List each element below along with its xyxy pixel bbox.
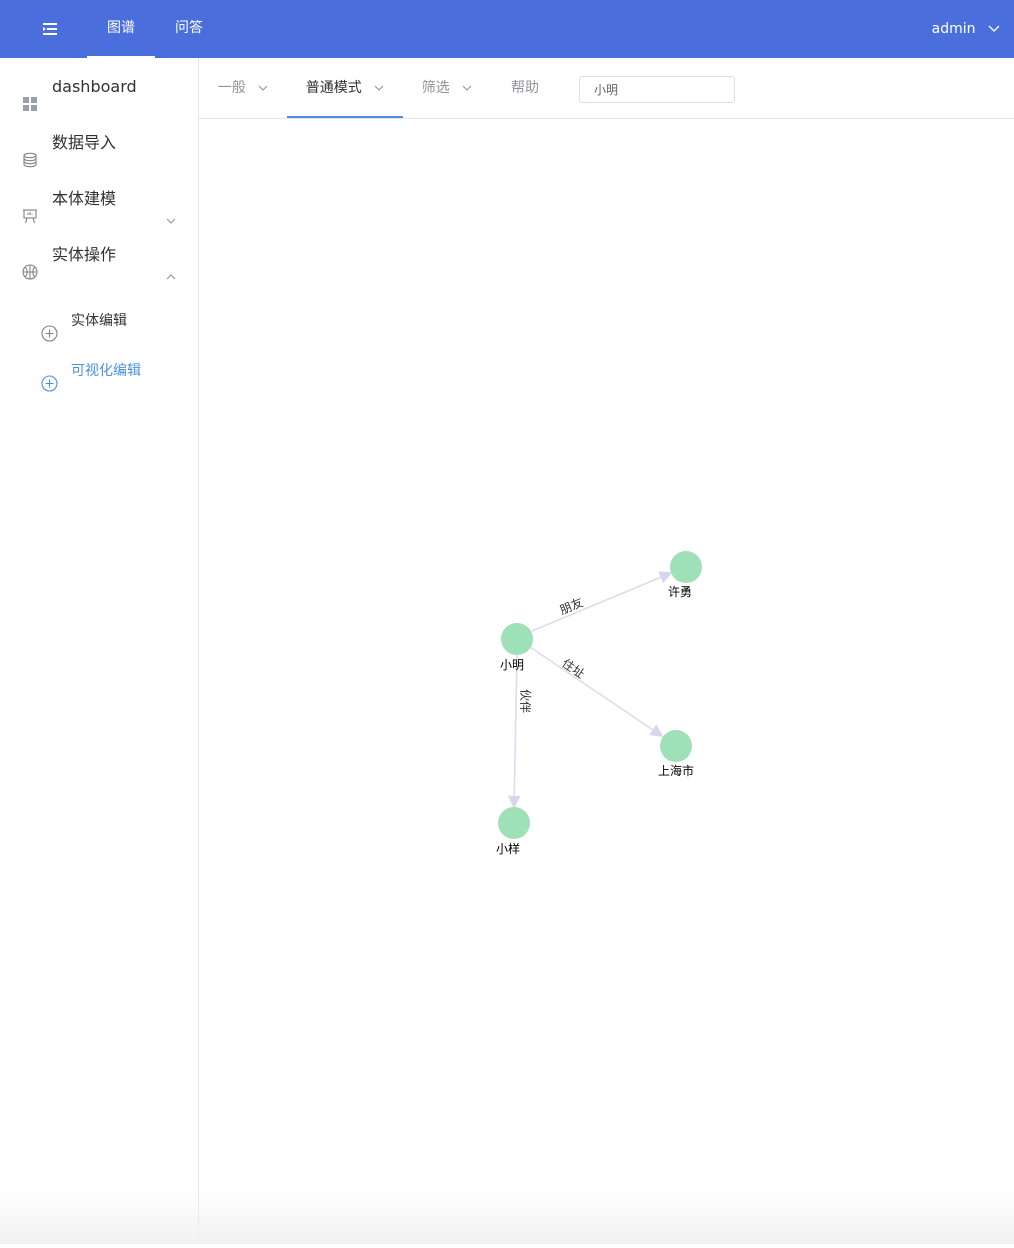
tab-qa[interactable]: 问答	[155, 0, 223, 58]
edge-label: 住址	[559, 656, 587, 681]
circle-plus-icon	[41, 313, 58, 342]
search-input[interactable]	[579, 76, 735, 103]
node-label: 小样	[496, 841, 520, 856]
database-icon	[22, 135, 38, 168]
sidebar-subitem-label: 可视化编辑	[71, 363, 141, 379]
chevron-down-icon	[988, 0, 1000, 58]
menu-normal-mode-label: 普通模式	[305, 80, 362, 96]
menu-filter-label: 筛选	[421, 80, 450, 96]
edge-label: 伙伴	[518, 689, 532, 713]
sidebar: dashboard 数据导入 本体建模 实体操作 实体编辑 可视化编辑	[0, 58, 199, 1244]
graph-canvas[interactable]: 朋友 住址 伙伴 小明 许勇 上海市 小样	[199, 119, 1014, 1244]
menu-fold-icon[interactable]	[40, 20, 60, 38]
chevron-down-icon	[258, 58, 268, 118]
node-xuyong[interactable]: 许勇	[668, 551, 702, 599]
sidebar-item-ontology[interactable]: 本体建模	[0, 171, 198, 227]
edge-partner[interactable]: 伙伴	[507, 654, 532, 809]
sidebar-subitem-visual-edit[interactable]: 可视化编辑	[0, 346, 198, 396]
edge-address[interactable]: 住址	[529, 646, 664, 737]
node-shanghai[interactable]: 上海市	[658, 730, 694, 778]
chevron-down-icon	[462, 58, 472, 118]
sidebar-item-entity-ops[interactable]: 实体操作	[0, 227, 198, 283]
node-xiaoyang[interactable]: 小样	[496, 807, 530, 856]
edge-friend[interactable]: 朋友	[531, 571, 673, 632]
menu-general-label: 一般	[217, 80, 246, 96]
sidebar-item-dashboard[interactable]: dashboard	[0, 59, 198, 115]
node-label: 许勇	[668, 585, 692, 599]
node-label: 上海市	[658, 763, 694, 778]
sidebar-item-label: 数据导入	[52, 133, 117, 152]
tab-graph-label: 图谱	[107, 20, 135, 36]
chevron-down-icon	[374, 58, 384, 118]
tab-qa-label: 问答	[175, 20, 203, 36]
circle-plus-icon	[41, 363, 58, 392]
sidebar-item-label: 实体操作	[52, 245, 117, 264]
dashboard-icon	[22, 79, 38, 111]
sidebar-item-data-import[interactable]: 数据导入	[0, 115, 198, 171]
sidebar-item-label: 本体建模	[52, 189, 117, 208]
menu-normal-mode[interactable]: 普通模式	[287, 58, 403, 118]
basketball-icon	[22, 247, 38, 280]
sidebar-subitem-entity-edit[interactable]: 实体编辑	[0, 296, 198, 346]
tab-graph[interactable]: 图谱	[87, 0, 155, 58]
menu-filter[interactable]: 筛选	[411, 58, 483, 118]
graph-toolbar: 一般 普通模式 筛选 帮助	[199, 58, 1014, 119]
chevron-down-icon	[166, 193, 176, 224]
chevron-up-icon	[166, 249, 176, 280]
menu-general[interactable]: 一般	[207, 58, 279, 118]
node-xiaoming[interactable]: 小明	[500, 623, 533, 672]
menu-help-label: 帮助	[511, 80, 539, 96]
username: admin	[931, 21, 976, 37]
user-menu[interactable]: admin	[932, 0, 1000, 58]
presentation-icon	[22, 191, 38, 224]
node-label: 小明	[500, 658, 524, 672]
sidebar-item-label: dashboard	[52, 77, 137, 96]
top-navbar: 图谱 问答 admin	[0, 0, 1014, 58]
menu-help[interactable]: 帮助	[499, 58, 551, 118]
sidebar-subitem-label: 实体编辑	[71, 313, 127, 329]
